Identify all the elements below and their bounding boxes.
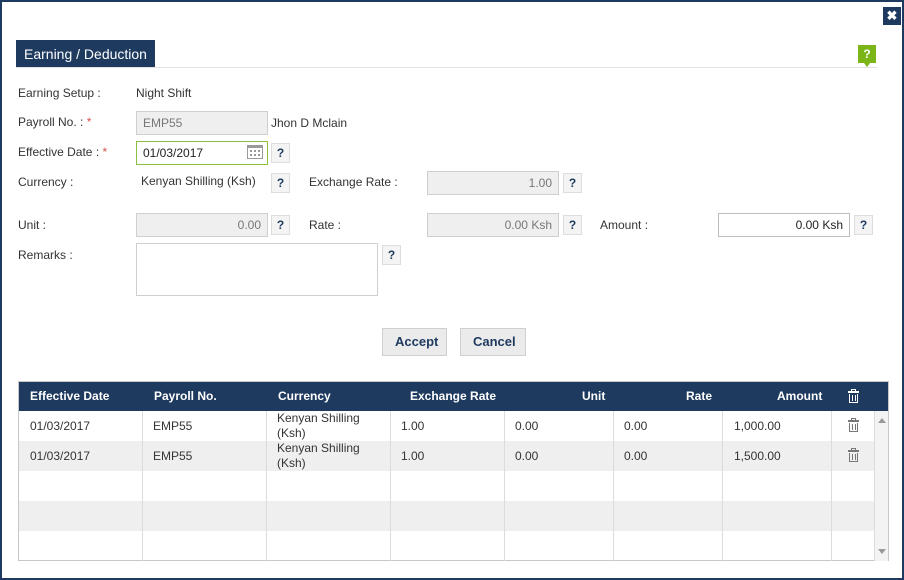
remarks-label: Remarks : — [18, 248, 73, 262]
trash-icon[interactable] — [848, 389, 859, 403]
grid-body: 01/03/2017 EMP55 Kenyan Shilling (Ksh) 1… — [19, 411, 874, 561]
earning-setup-value: Night Shift — [136, 86, 192, 100]
cell-exchange-rate: 1.00 — [391, 411, 505, 441]
required-mark: * — [102, 145, 108, 159]
cell-unit: 0.00 — [505, 441, 614, 471]
cell-unit: 0.00 — [505, 411, 614, 441]
column-payroll-no[interactable]: Payroll No. — [154, 382, 217, 411]
rate-label: Rate : — [309, 218, 342, 232]
unit-help-button[interactable]: ? — [271, 215, 290, 235]
help-icon[interactable]: ? — [858, 45, 876, 67]
empty-row — [19, 531, 874, 561]
trash-icon[interactable] — [848, 448, 859, 462]
effective-date-label: Effective Date : * — [18, 145, 107, 159]
amount-input[interactable]: 0.00 Ksh — [718, 213, 850, 237]
column-currency[interactable]: Currency — [278, 382, 331, 411]
earning-setup-label: Earning Setup : — [18, 86, 101, 100]
currency-label: Currency : — [18, 175, 74, 189]
table-row[interactable]: 01/03/2017 EMP55 Kenyan Shilling (Ksh) 1… — [19, 411, 874, 441]
remarks-textarea[interactable] — [136, 243, 378, 296]
cell-effective-date: 01/03/2017 — [19, 411, 143, 441]
cell-rate: 0.00 — [614, 411, 723, 441]
currency-value: Kenyan Shilling (Ksh) — [141, 174, 256, 188]
payroll-no-label: Payroll No. : * — [18, 115, 91, 129]
title-divider — [16, 67, 878, 68]
exchange-rate-help-button[interactable]: ? — [563, 173, 582, 193]
scroll-down-icon[interactable] — [878, 549, 886, 554]
amount-label: Amount : — [600, 218, 649, 232]
trash-icon[interactable] — [848, 418, 859, 432]
grid-scrollbar[interactable] — [874, 411, 888, 561]
close-icon[interactable]: ✖ — [883, 7, 901, 25]
cancel-button[interactable]: Cancel — [460, 328, 526, 356]
cell-amount: 1,000.00 — [723, 411, 832, 441]
cell-currency: Kenyan Shilling (Ksh) — [267, 441, 391, 471]
exchange-rate-field[interactable]: 1.00 — [427, 171, 559, 195]
column-effective-date[interactable]: Effective Date — [30, 382, 109, 411]
effective-date-label-text: Effective Date : — [18, 145, 100, 159]
cell-rate: 0.00 — [614, 441, 723, 471]
cell-currency: Kenyan Shilling (Ksh) — [267, 411, 391, 441]
amount-help-button[interactable]: ? — [854, 215, 873, 235]
unit-label: Unit : — [18, 218, 47, 232]
column-amount[interactable]: Amount — [777, 382, 822, 411]
rate-help-button[interactable]: ? — [563, 215, 582, 235]
rate-field[interactable]: 0.00 Ksh — [427, 213, 559, 237]
column-exchange-rate[interactable]: Exchange Rate — [410, 382, 496, 411]
earnings-grid: Effective Date Payroll No. Currency Exch… — [18, 381, 889, 561]
accept-button[interactable]: Accept — [382, 328, 447, 356]
empty-row — [19, 501, 874, 531]
table-row[interactable]: 01/03/2017 EMP55 Kenyan Shilling (Ksh) 1… — [19, 441, 874, 471]
column-rate[interactable]: Rate — [686, 382, 712, 411]
required-mark: * — [86, 115, 92, 129]
cell-exchange-rate: 1.00 — [391, 441, 505, 471]
dialog-title: Earning / Deduction — [16, 40, 155, 68]
employee-name: Jhon D Mclain — [271, 116, 348, 130]
cell-amount: 1,500.00 — [723, 441, 832, 471]
scroll-up-icon[interactable] — [878, 418, 886, 423]
payroll-no-label-text: Payroll No. : — [18, 115, 84, 129]
unit-field[interactable]: 0.00 — [136, 213, 268, 237]
cell-payroll-no: EMP55 — [143, 441, 267, 471]
cell-effective-date: 01/03/2017 — [19, 441, 143, 471]
cell-payroll-no: EMP55 — [143, 411, 267, 441]
column-unit[interactable]: Unit — [582, 382, 605, 411]
earning-deduction-dialog: ✖ Earning / Deduction ? Earning Setup : … — [0, 0, 904, 580]
grid-header: Effective Date Payroll No. Currency Exch… — [19, 382, 888, 411]
empty-row — [19, 471, 874, 501]
exchange-rate-label: Exchange Rate : — [309, 175, 398, 189]
remarks-help-button[interactable]: ? — [382, 245, 401, 265]
payroll-no-field[interactable]: EMP55 — [136, 111, 268, 135]
effective-date-help-button[interactable]: ? — [271, 143, 290, 163]
currency-help-button[interactable]: ? — [271, 173, 290, 193]
calendar-icon[interactable] — [247, 145, 263, 159]
